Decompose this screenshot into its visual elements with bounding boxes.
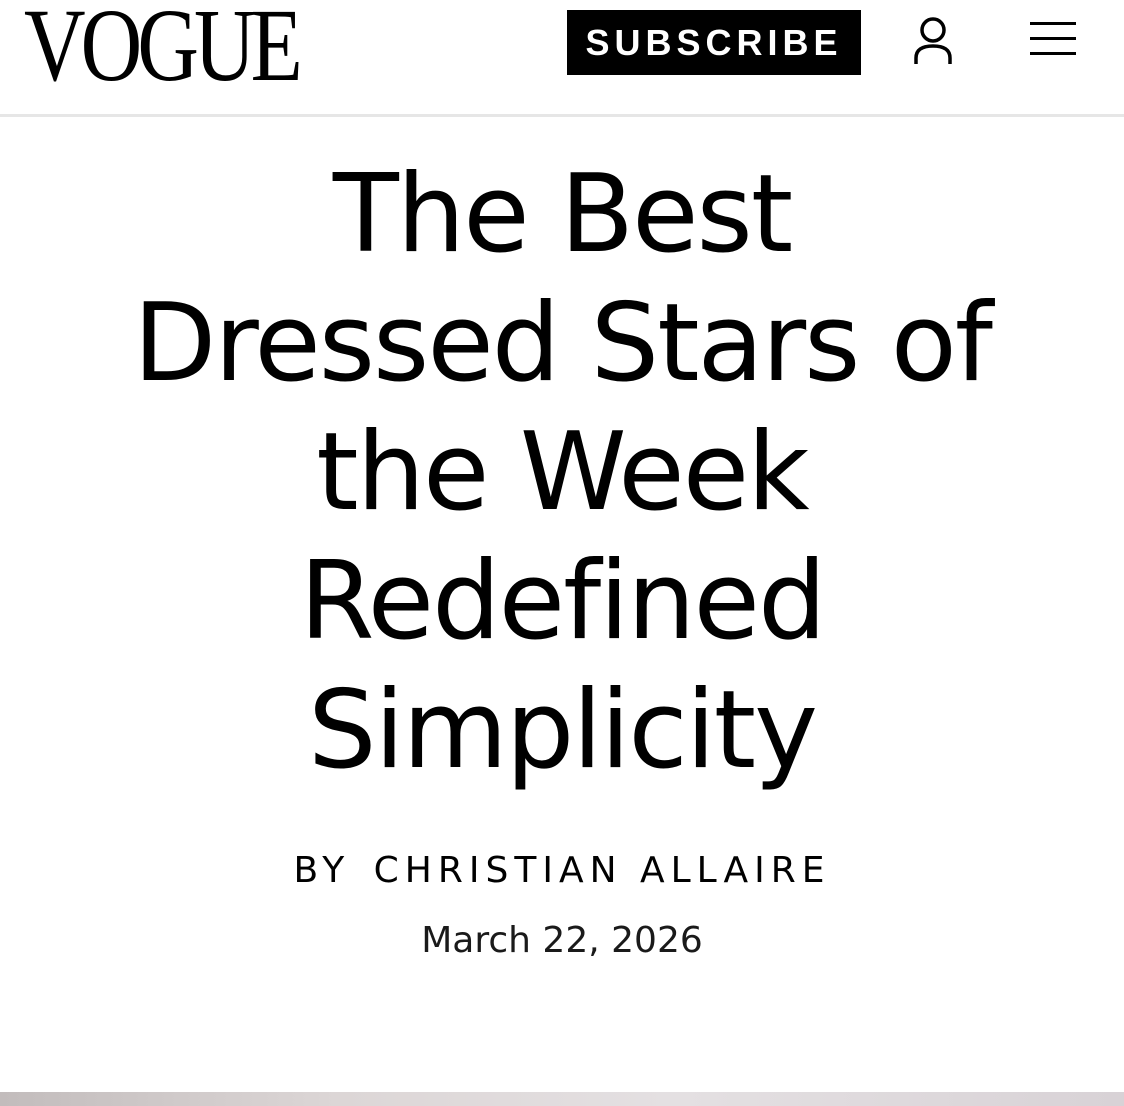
account-button[interactable] bbox=[908, 14, 958, 66]
subscribe-button[interactable]: SUBSCRIBE bbox=[567, 10, 861, 75]
site-header: VOGUE SUBSCRIBE bbox=[0, 0, 1124, 117]
headline-line: the Week bbox=[316, 410, 809, 535]
author-link[interactable]: CHRISTIAN ALLAIRE bbox=[374, 850, 831, 891]
headline-line: The Best bbox=[332, 152, 793, 277]
headline-line: Redefined bbox=[299, 539, 826, 664]
byline: BY CHRISTIAN ALLAIRE bbox=[0, 850, 1124, 891]
hero-image bbox=[0, 1092, 1124, 1106]
vogue-logo[interactable]: VOGUE bbox=[24, 0, 303, 98]
publish-date: March 22, 2026 bbox=[421, 920, 703, 961]
headline-line: Simplicity bbox=[308, 668, 818, 793]
hamburger-menu-icon bbox=[1030, 22, 1076, 55]
headline-line: Dressed Stars of bbox=[133, 281, 993, 406]
article-headline: The Best Dressed Stars of the Week Redef… bbox=[0, 150, 1124, 795]
user-icon bbox=[914, 17, 952, 64]
menu-button[interactable] bbox=[1030, 18, 1076, 60]
byline-prefix: BY bbox=[293, 850, 351, 891]
